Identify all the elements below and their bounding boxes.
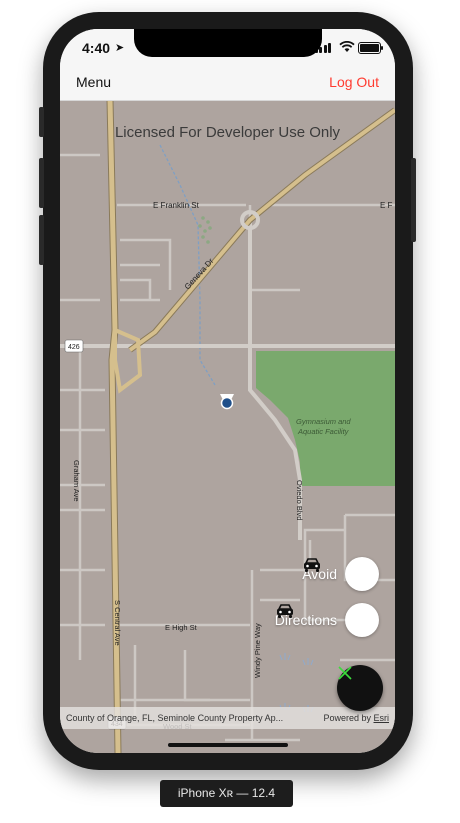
map-attribution: County of Orange, FL, Seminole County Pr… xyxy=(60,707,395,729)
directions-button[interactable] xyxy=(276,603,379,637)
map-view[interactable]: E Franklin St E F Geneva Dr 426 Gymnasiu… xyxy=(60,100,395,753)
label-e-franklin: E Franklin St xyxy=(153,201,200,210)
label-route-426: 426 xyxy=(68,344,80,351)
battery-icon xyxy=(358,42,383,54)
home-indicator[interactable] xyxy=(168,743,288,747)
device-caption: iPhone Xʀ — 12.4 xyxy=(160,780,293,807)
map-canvas[interactable]: E Franklin St E F Geneva Dr 426 Gymnasiu… xyxy=(60,100,395,753)
avoid-action[interactable]: Avoid xyxy=(302,557,379,591)
notch xyxy=(134,29,322,57)
close-icon xyxy=(338,666,352,680)
attribution-text: County of Orange, FL, Seminole County Pr… xyxy=(66,713,284,723)
wifi-icon xyxy=(339,41,355,52)
power-button xyxy=(411,158,416,242)
label-graham-ave: Graham Ave xyxy=(72,460,81,502)
label-aquatic-facility: Aquatic Facility xyxy=(297,427,350,436)
car-icon xyxy=(276,604,293,618)
park-area-north xyxy=(292,351,395,390)
label-e-f: E F xyxy=(380,201,393,210)
label-gymnasium: Gymnasium and xyxy=(296,417,351,426)
label-s-central-ave: S Central Ave xyxy=(113,600,122,646)
label-oviedo-blvd: Oviedo Blvd xyxy=(295,480,304,520)
logout-button[interactable]: Log Out xyxy=(329,74,379,90)
powered-by-text: Powered by xyxy=(323,713,374,723)
close-menu-button[interactable] xyxy=(337,665,383,711)
geneva-dr-road xyxy=(128,108,395,352)
location-arrow-icon: ➤ xyxy=(115,42,125,54)
navigation-bar: Menu Log Out xyxy=(60,69,395,101)
directions-action[interactable]: Directions xyxy=(275,603,379,637)
powered-by: Powered by Esri xyxy=(323,713,389,723)
car-icon xyxy=(304,558,321,572)
menu-button[interactable]: Menu xyxy=(76,74,111,90)
license-watermark: Licensed For Developer Use Only xyxy=(114,124,341,141)
avoid-button[interactable] xyxy=(304,557,379,591)
tree-cluster xyxy=(198,216,212,244)
wetland-symbols xyxy=(279,653,314,713)
mute-switch xyxy=(39,107,44,137)
location-marker-icon[interactable] xyxy=(220,394,234,410)
interchange-loop xyxy=(113,326,143,394)
volume-up-button xyxy=(39,158,44,208)
status-time: 4:40 xyxy=(82,40,111,56)
esri-link[interactable]: Esri xyxy=(374,713,390,723)
volume-down-button xyxy=(39,215,44,265)
label-e-high-st: E High St xyxy=(165,623,198,632)
screen: 4:40 ➤ Menu Log Out E Franklin St E F Ge… xyxy=(60,29,395,753)
label-windy-pine-way: Windy Pine Way xyxy=(253,623,262,678)
